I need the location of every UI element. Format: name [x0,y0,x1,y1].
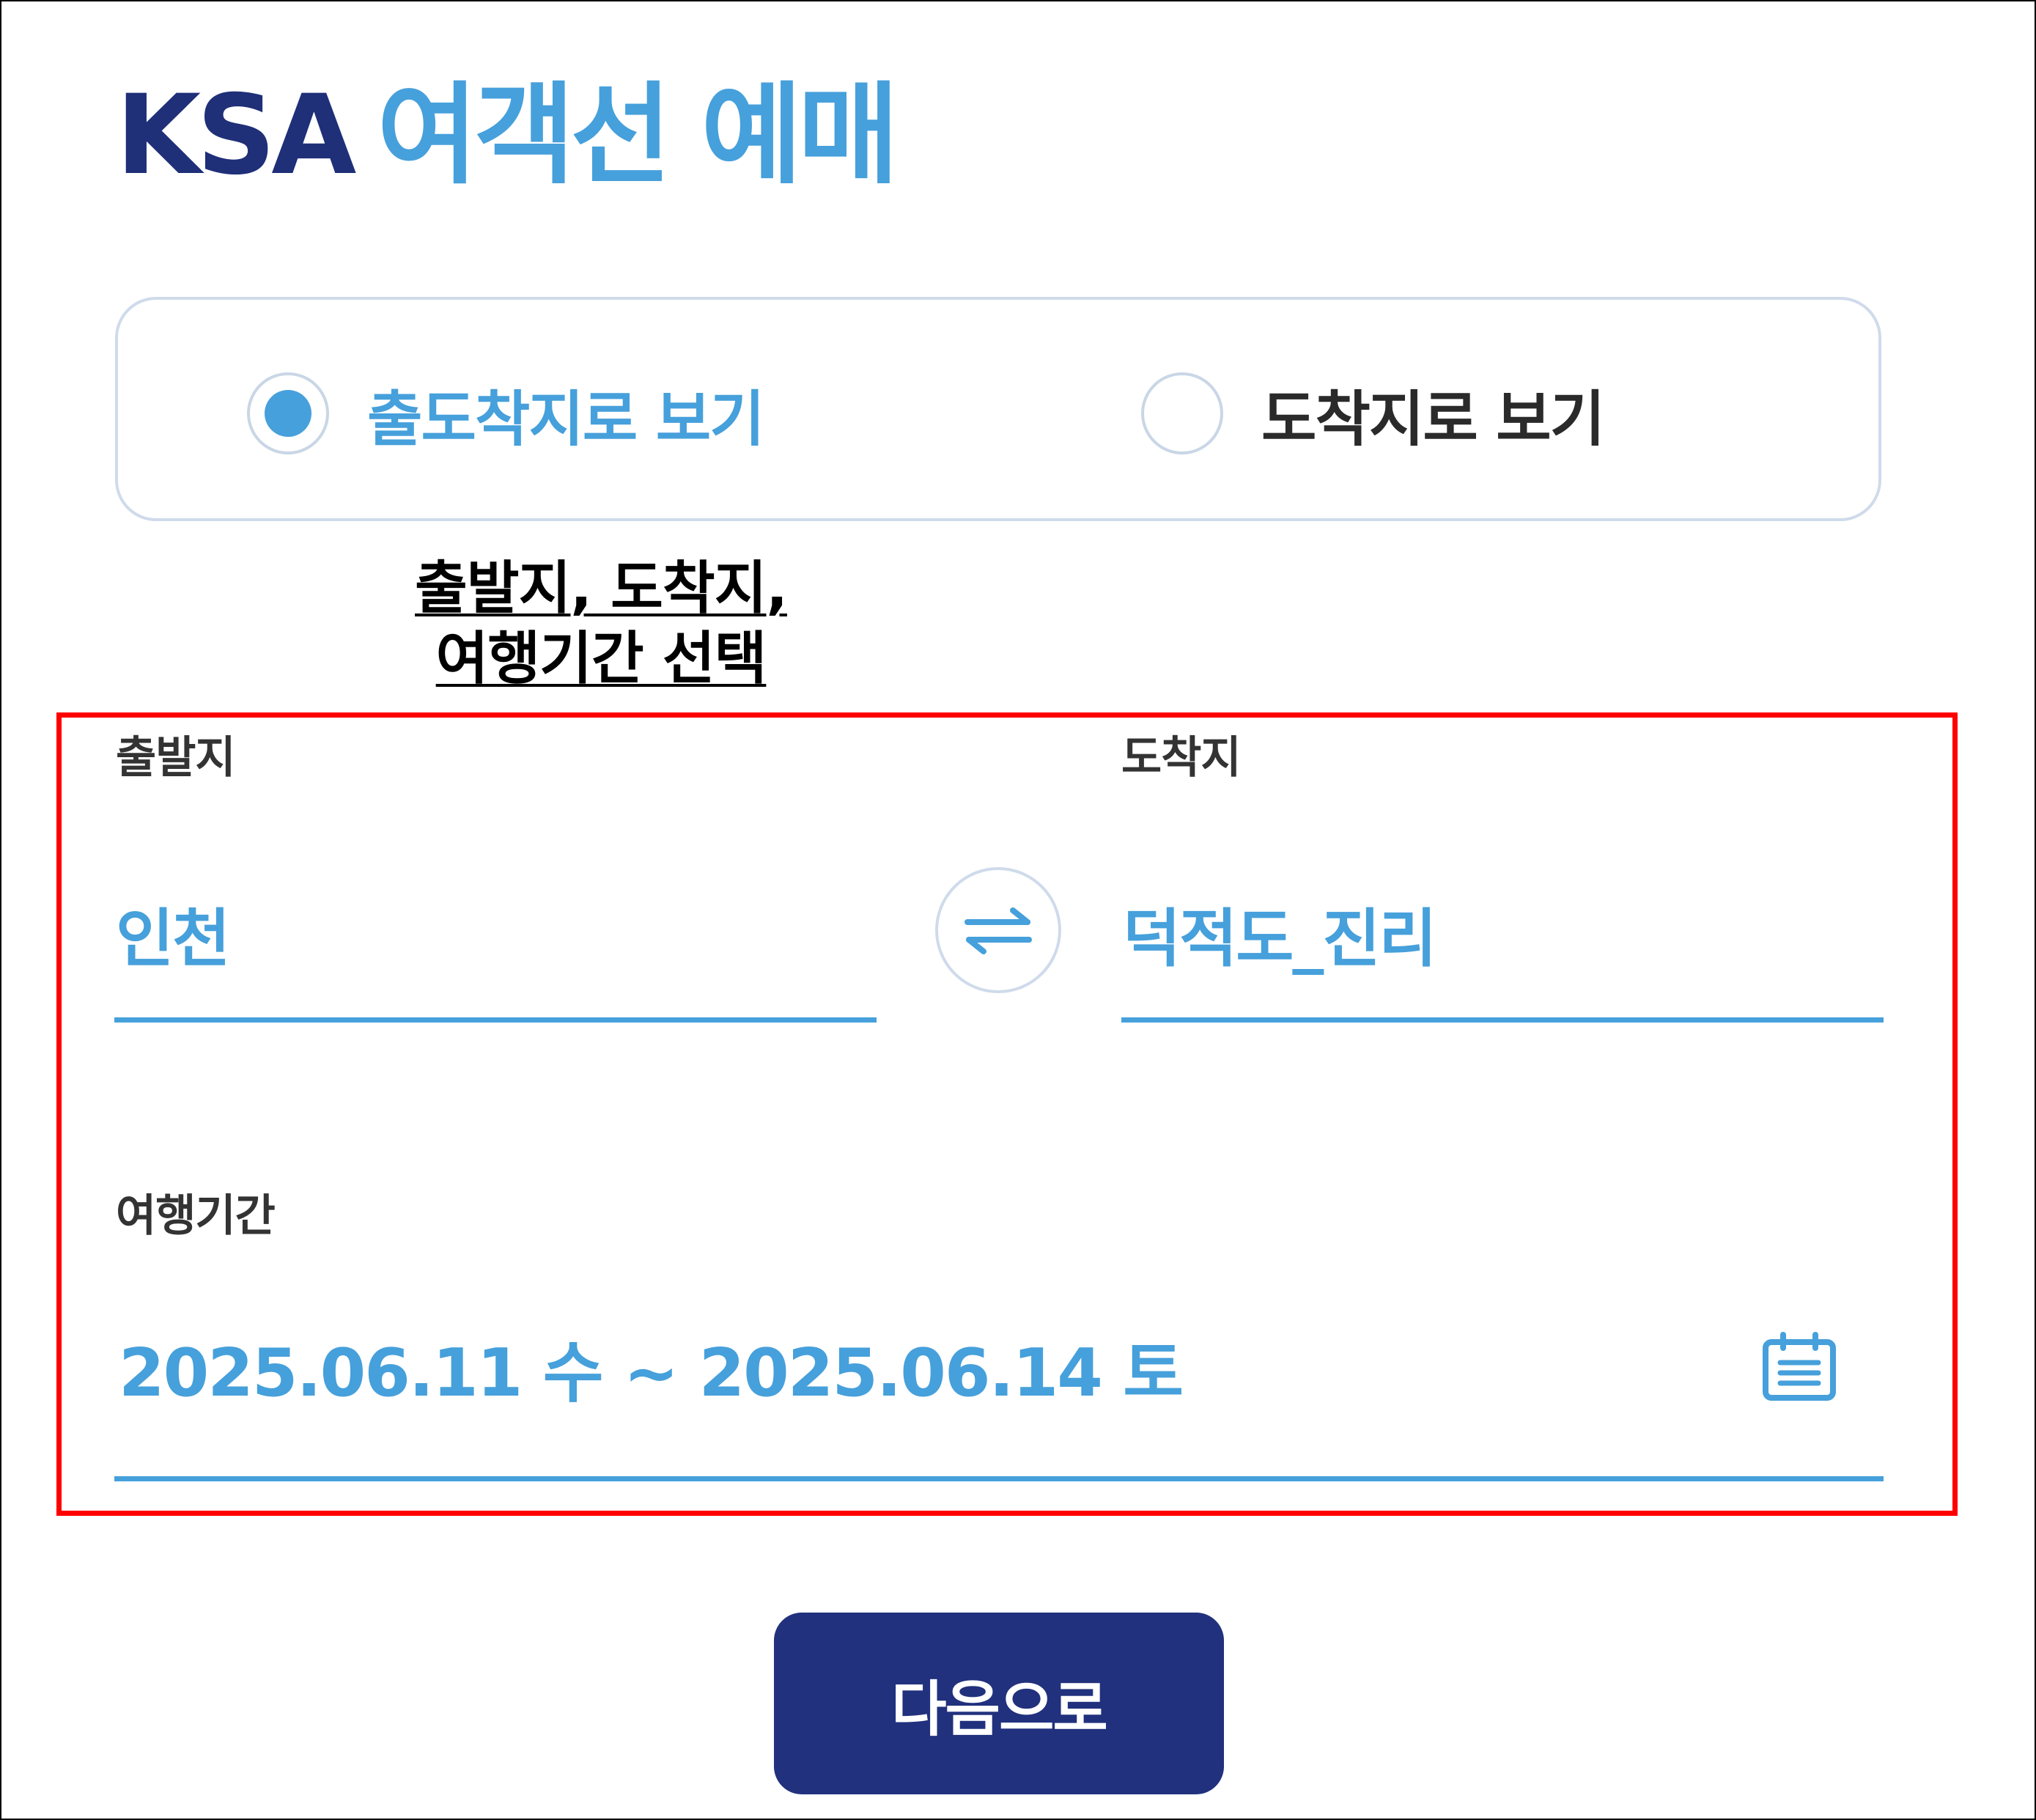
swap-arrows-icon [964,907,1032,954]
view-mode-radio-group: 출도착지로 보기 도착지로 보기 [115,297,1881,521]
swap-route-button[interactable] [935,867,1061,993]
annotation-line-1: 출발지, 도착지, [415,556,788,622]
departure-label: 출발지 [116,732,236,784]
travel-period-underline [114,1476,1884,1481]
brand-logo-text: KSA [116,72,356,199]
arrival-field-underline [1121,1017,1884,1023]
departure-field-underline [114,1017,877,1023]
radio-button-selected[interactable] [247,372,329,454]
annotation-line-2: 여행기간 선택 [435,626,767,692]
calendar-button[interactable] [1759,1327,1840,1407]
departure-field[interactable]: 인천 [116,887,230,979]
page-title-text: 여객선 예매 [377,72,899,199]
radio-label-arrival: 도착지로 보기 [1261,384,1605,454]
travel-period-label: 여행기간 [116,1190,276,1242]
annotation-note: 출발지, 도착지, 여행기간 선택 [388,553,814,694]
radio-option-departure-arrival[interactable]: 출도착지로 보기 [247,369,765,457]
radio-button-unselected[interactable] [1141,372,1223,454]
radio-label-departure-arrival: 출도착지로 보기 [367,384,765,454]
arrival-field[interactable]: 덕적도_진리 [1123,887,1437,979]
radio-option-arrival[interactable]: 도착지로 보기 [1141,369,1605,457]
radio-selected-dot [265,390,311,437]
calendar-icon [1763,1332,1836,1401]
page-title: KSA 여객선 예매 [116,72,899,199]
arrival-label: 도착지 [1121,732,1242,784]
travel-period-field[interactable]: 2025.06.11 수 ~ 2025.06.14 토 [119,1319,1184,1415]
next-button[interactable]: 다음으로 [774,1613,1224,1794]
